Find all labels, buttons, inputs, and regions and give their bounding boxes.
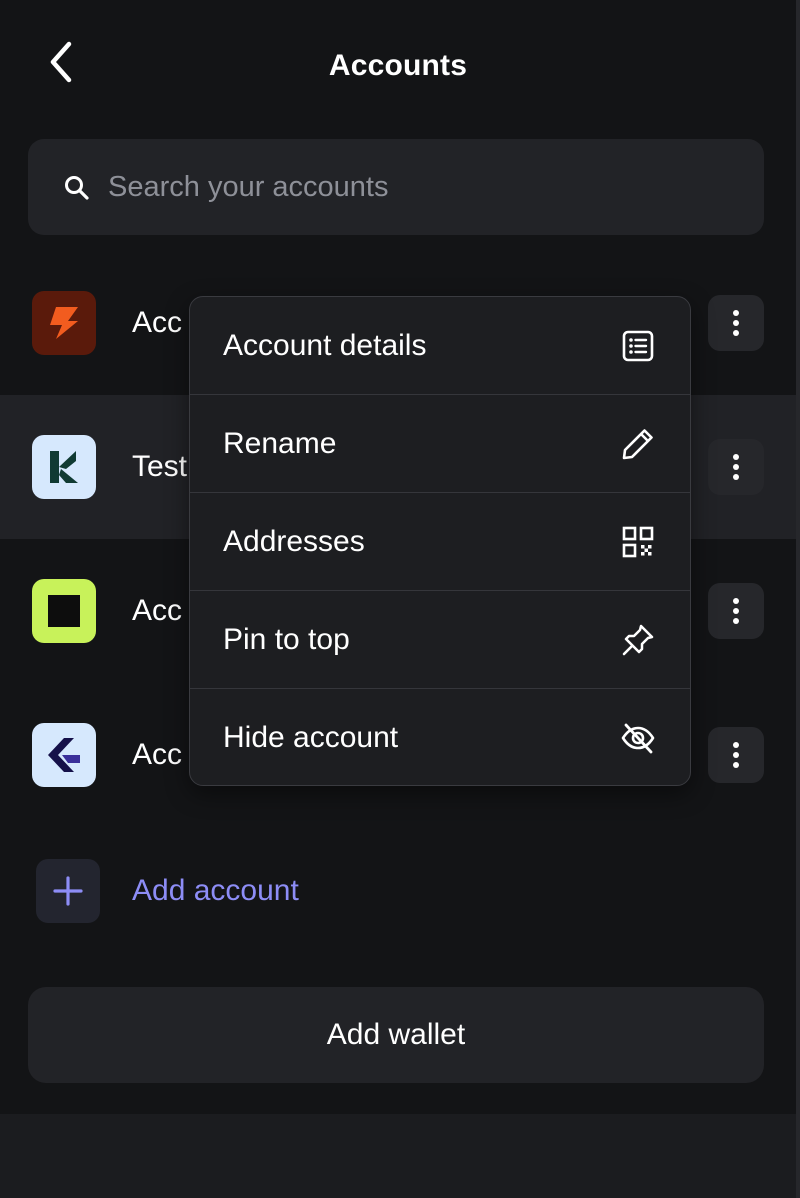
- menu-item-label: Pin to top: [223, 623, 350, 656]
- account-name: Acc: [132, 306, 183, 339]
- search-input[interactable]: [108, 161, 728, 213]
- orange-bolt-logo: [32, 291, 96, 355]
- more-vertical-icon: [733, 310, 739, 336]
- add-wallet-button[interactable]: Add wallet: [28, 987, 764, 1083]
- accounts-panel: Accounts Acc: [0, 0, 796, 1114]
- menu-item-account-details[interactable]: Account details: [190, 297, 690, 395]
- pin-icon: [622, 624, 654, 656]
- black-square-logo: [32, 579, 96, 643]
- pencil-icon: [622, 429, 653, 460]
- more-vertical-icon: [733, 454, 739, 480]
- account-name: Test: [132, 450, 188, 483]
- window-edge: [796, 0, 800, 1198]
- page-title: Accounts: [328, 49, 468, 82]
- account-more-button[interactable]: [708, 727, 764, 783]
- account-context-menu: Account details Rename Addresses Pin to …: [189, 296, 691, 786]
- navy-chevron-logo: [32, 723, 96, 787]
- eye-off-icon: [621, 723, 655, 754]
- menu-item-label: Account details: [223, 329, 427, 362]
- more-vertical-icon: [733, 742, 739, 768]
- menu-item-hide-account[interactable]: Hide account: [190, 689, 690, 785]
- add-account-icon-box: [36, 859, 100, 923]
- menu-item-label: Rename: [223, 427, 337, 460]
- k-logo-icon: [50, 451, 78, 483]
- menu-item-rename[interactable]: Rename: [190, 395, 690, 493]
- more-vertical-icon: [733, 598, 739, 624]
- k-letter-logo: [32, 435, 96, 499]
- bolt-logo-icon: [50, 307, 78, 339]
- qr-code-icon: [622, 526, 654, 558]
- menu-item-addresses[interactable]: Addresses: [190, 493, 690, 591]
- search-icon: [65, 176, 89, 200]
- add-account-button[interactable]: Add account: [36, 859, 436, 923]
- search-box[interactable]: [28, 139, 764, 235]
- square-logo-icon: [48, 595, 80, 627]
- plus-icon: [53, 876, 83, 906]
- account-more-button[interactable]: [708, 295, 764, 351]
- menu-item-label: Hide account: [223, 721, 399, 754]
- account-more-button[interactable]: [708, 583, 764, 639]
- account-name: Acc: [132, 594, 183, 627]
- menu-item-label: Addresses: [223, 525, 365, 558]
- chevron-logo-icon: [48, 738, 80, 772]
- add-account-label: Add account: [132, 874, 299, 907]
- account-more-button[interactable]: [708, 439, 764, 495]
- list-details-icon: [622, 330, 654, 362]
- menu-item-pin-to-top[interactable]: Pin to top: [190, 591, 690, 689]
- account-name: Acc: [132, 738, 183, 771]
